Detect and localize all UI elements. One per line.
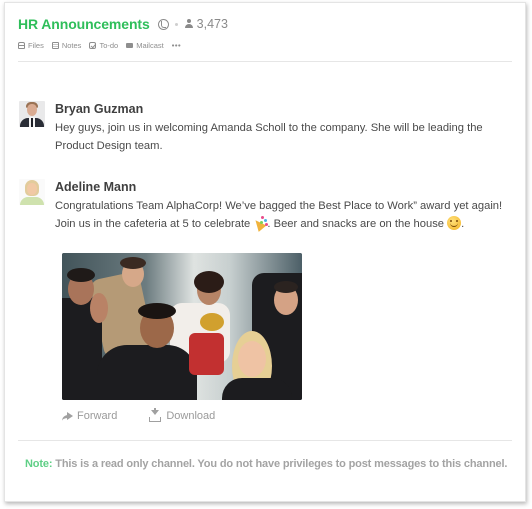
todo-icon (89, 41, 97, 49)
files-icon (18, 41, 25, 49)
avatar[interactable] (19, 179, 45, 205)
party-popper-icon (253, 216, 267, 230)
member-count-value: 3,473 (196, 17, 228, 31)
member-count[interactable]: 3,473 (184, 17, 228, 31)
tool-notes[interactable]: Notes (51, 40, 82, 50)
download-button[interactable]: Download (149, 408, 216, 422)
note-label: Note: (25, 458, 53, 470)
tool-mailcast[interactable]: Mailcast (126, 41, 164, 50)
header-divider (18, 61, 512, 62)
message-author[interactable]: Bryan Guzman (55, 101, 511, 117)
tool-label: Notes (61, 40, 82, 50)
message-body: Adeline Mann Congratulations Team AlphaC… (55, 179, 511, 233)
text-segment: . Beer and snacks are on the house (267, 218, 448, 230)
read-only-note: Note: This is a read only channel. You d… (25, 458, 517, 470)
channel-panel: HR Announcements 3,473 Files Notes To-do (4, 2, 526, 502)
forward-button[interactable]: Forward (62, 410, 117, 422)
notes-icon (51, 41, 59, 49)
title-row: HR Announcements 3,473 (18, 14, 512, 34)
avatar[interactable] (19, 101, 45, 127)
footer-divider (18, 440, 512, 441)
attachment-image[interactable] (62, 253, 302, 400)
attachment-actions: Forward Download (62, 408, 247, 422)
message-body: Bryan Guzman Hey guys, join us in welcom… (55, 101, 511, 155)
message-text: Hey guys, join us in welcoming Amanda Sc… (55, 122, 483, 152)
channel-title[interactable]: HR Announcements (18, 16, 150, 32)
action-label: Download (166, 410, 216, 422)
message-text: Congratulations Team AlphaCorp! We’ve ba… (55, 197, 511, 233)
tool-label: To-do (99, 40, 119, 50)
message-author[interactable]: Adeline Mann (55, 179, 511, 195)
message-item: Adeline Mann Congratulations Team AlphaC… (19, 179, 511, 233)
tool-todo[interactable]: To-do (89, 41, 118, 50)
text-segment: . (461, 218, 465, 230)
channel-header: HR Announcements 3,473 Files Notes To-do (18, 14, 512, 52)
tool-label: Mailcast (136, 40, 164, 50)
tool-files[interactable]: Files (18, 41, 44, 50)
mail-icon (126, 42, 134, 48)
more-options-button[interactable]: ••• (172, 41, 181, 50)
globe-icon (157, 18, 169, 30)
tool-label: Files (28, 40, 44, 50)
action-label: Forward (77, 410, 118, 422)
person-icon (184, 19, 194, 29)
smiling-face-icon (447, 216, 462, 230)
message-item: Bryan Guzman Hey guys, join us in welcom… (19, 101, 511, 155)
forward-icon (62, 411, 73, 421)
note-text: This is a read only channel. You do not … (52, 458, 508, 470)
download-icon (149, 408, 162, 422)
channel-tools: Files Notes To-do Mailcast ••• (18, 38, 512, 52)
separator-dot (174, 22, 178, 26)
